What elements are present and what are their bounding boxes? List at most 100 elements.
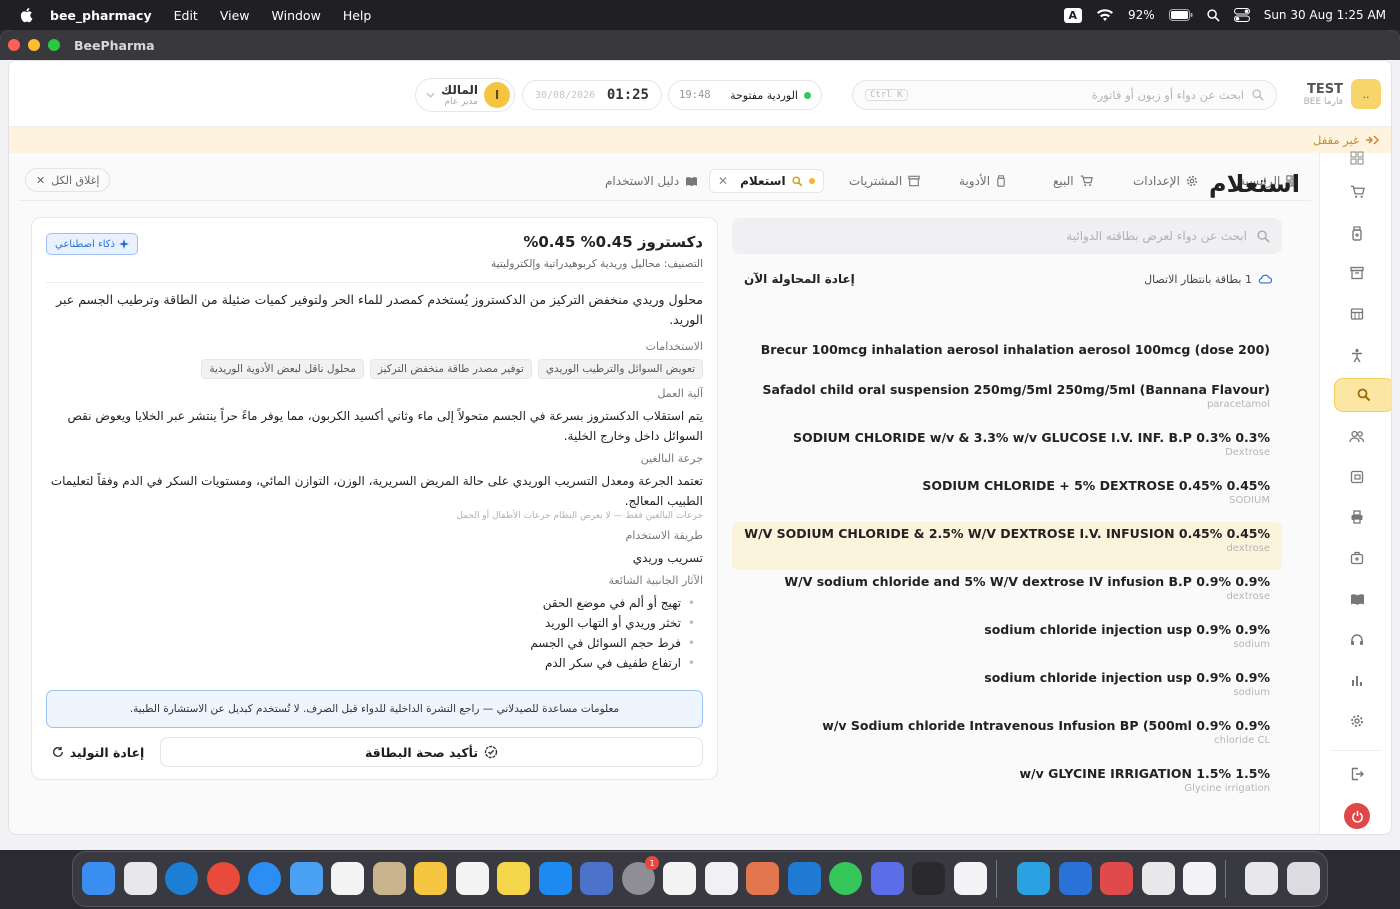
- close-window-button[interactable]: [8, 39, 20, 51]
- result-item[interactable]: sodium chloride injection usp 0.9% 0.9% s…: [732, 618, 1282, 666]
- store-icon: [1350, 308, 1364, 320]
- card-body[interactable]: محلول وريدي منخفض التركيز من الدكستروز ي…: [46, 290, 703, 687]
- dock-music-icon[interactable]: [1245, 862, 1278, 895]
- result-item[interactable]: w/v GLYCINE IRRIGATION 1.5% 1.5% Glycine …: [732, 762, 1282, 810]
- result-item[interactable]: w/v Sodium chloride Intravenous Infusion…: [732, 714, 1282, 762]
- input-source-badge[interactable]: A: [1063, 7, 1083, 23]
- sidebar-item-kit[interactable]: [1346, 547, 1368, 569]
- close-icon: ✕: [36, 173, 46, 187]
- tab-user-guide[interactable]: دليل الاستخدام: [605, 169, 698, 193]
- battery-icon[interactable]: [1168, 9, 1193, 21]
- menu-app-name[interactable]: bee_pharmacy: [50, 8, 152, 23]
- sidebar-item-accessibility[interactable]: [1346, 344, 1368, 366]
- sparkle-icon: [118, 239, 129, 249]
- sidebar-item-customers[interactable]: [1346, 425, 1368, 447]
- control-center-icon[interactable]: [1233, 8, 1250, 22]
- result-item-name: SODIUM CHLORIDE w/v & 3.3% w/v GLUCOSE I…: [793, 430, 1270, 445]
- power-button[interactable]: [1344, 803, 1370, 829]
- sidebar-item-inquiry[interactable]: [1334, 378, 1391, 412]
- tab-purchases[interactable]: المشتريات: [849, 169, 920, 193]
- dock-proxyman-icon[interactable]: [954, 862, 987, 895]
- use-tag: تعويض السوائل والترطيب الوريدي: [537, 359, 703, 379]
- tab-close-icon[interactable]: ✕: [718, 174, 728, 188]
- result-item[interactable]: W/V SODIUM CHLORIDE & 2.5% W/V DEXTROSE …: [732, 522, 1282, 570]
- uses-heading: الاستخدامات: [645, 340, 703, 353]
- drug-search-input[interactable]: ابحث عن دواء لعرض بطاقته الدوائية: [732, 218, 1282, 254]
- result-item[interactable]: W/V sodium chloride and 5% W/V dextrose …: [732, 570, 1282, 618]
- result-item[interactable]: SODIUM CHLORIDE + 5% DEXTROSE 0.45% 0.45…: [732, 474, 1282, 522]
- dock-separator: [996, 860, 997, 898]
- retry-now-button[interactable]: إعادة المحاولة الآن: [744, 272, 855, 286]
- sidebar-item-sales[interactable]: [1346, 181, 1368, 203]
- dock-mail-icon[interactable]: [290, 862, 323, 895]
- apple-icon[interactable]: [18, 6, 36, 24]
- dock-app-store-icon[interactable]: [539, 862, 572, 895]
- sidebar-item-purchases[interactable]: [1346, 262, 1368, 284]
- global-search-input[interactable]: ابحث عن دواء أو زبون أو فاتورة Ctrl K: [852, 80, 1277, 110]
- dock-chrome-icon[interactable]: [207, 862, 240, 895]
- sidebar-item-printer[interactable]: [1346, 506, 1368, 528]
- tab-sales[interactable]: البيع: [1053, 169, 1093, 193]
- cart-icon: [1080, 175, 1093, 187]
- spotlight-search-icon[interactable]: [1207, 8, 1220, 22]
- menu-help[interactable]: Help: [343, 8, 372, 23]
- sidebar-item-dashboard[interactable]: [1346, 147, 1368, 169]
- dock-gemini-icon[interactable]: [705, 862, 738, 895]
- confirm-card-button[interactable]: تأكيد صحة البطاقة: [160, 737, 703, 767]
- sidebar-item-store[interactable]: [1346, 303, 1368, 325]
- dock-reminders-icon[interactable]: [456, 862, 489, 895]
- tab-inquiry[interactable]: استعلام ✕: [709, 169, 824, 193]
- sidebar-item-settings[interactable]: [1346, 710, 1368, 732]
- tab-settings[interactable]: الإعدادات: [1133, 169, 1198, 193]
- sidebar-item-support[interactable]: [1346, 629, 1368, 651]
- menu-clock[interactable]: Sun 30 Aug 1:25 AM: [1264, 8, 1386, 22]
- minimize-window-button[interactable]: [28, 39, 40, 51]
- result-item[interactable]: Safadol child oral suspension 250mg/5ml …: [732, 378, 1282, 426]
- menu-view[interactable]: View: [220, 8, 250, 23]
- dock-davinci-icon[interactable]: [912, 862, 945, 895]
- user-name: المالك: [441, 83, 478, 97]
- dock-launchpad-icon[interactable]: [124, 862, 157, 895]
- dock-safari-icon[interactable]: [248, 862, 281, 895]
- menu-window[interactable]: Window: [272, 8, 321, 23]
- dock-notes-icon[interactable]: [497, 862, 530, 895]
- result-item[interactable]: SODIUM CHLORIDE w/v & 3.3% w/v GLUCOSE I…: [732, 426, 1282, 474]
- close-all-tabs-button[interactable]: إغلاق الكل ✕: [25, 168, 111, 192]
- pending-count-text: 1 بطاقة بانتظار الاتصال: [1144, 272, 1252, 286]
- user-menu[interactable]: ا المالك مدير عام: [415, 78, 515, 112]
- dock-chatgpt-icon[interactable]: [663, 862, 696, 895]
- dock-rocket-icon[interactable]: [1100, 862, 1133, 895]
- tab-medicines-label: الأدوية: [959, 174, 991, 188]
- sidebar-item-logout[interactable]: [1346, 763, 1368, 785]
- dock-vscode-icon[interactable]: [788, 862, 821, 895]
- sidebar-item-guide[interactable]: [1346, 588, 1368, 610]
- dock-simulator-icon[interactable]: [580, 862, 613, 895]
- sidebar-item-invoices[interactable]: [1346, 466, 1368, 488]
- dock-canva-icon[interactable]: [871, 862, 904, 895]
- regenerate-button[interactable]: إعادة التوليد: [46, 737, 150, 767]
- dock-claude-icon[interactable]: [746, 862, 779, 895]
- dock-telegram-icon[interactable]: [1017, 862, 1050, 895]
- dock-xcode-icon[interactable]: [1059, 862, 1092, 895]
- confirm-card-label: تأكيد صحة البطاقة: [364, 744, 479, 760]
- result-item[interactable]: sodium chloride injection usp 0.9% 0.9% s…: [732, 666, 1282, 714]
- dock-finder-icon[interactable]: [82, 862, 115, 895]
- adult-dose-heading: جرعة البالغين: [640, 452, 703, 465]
- dock-whatsapp-icon[interactable]: [829, 862, 862, 895]
- wifi-icon[interactable]: [1096, 8, 1114, 22]
- tab-medicines[interactable]: الأدوية: [959, 169, 1006, 193]
- dock-photos-icon[interactable]: [331, 862, 364, 895]
- dock-edge-icon[interactable]: [165, 862, 198, 895]
- menu-edit[interactable]: Edit: [174, 8, 198, 23]
- dock-flutter-icon[interactable]: [1183, 862, 1216, 895]
- zoom-window-button[interactable]: [48, 39, 60, 51]
- sidebar-item-reports[interactable]: [1346, 669, 1368, 691]
- dock-bee-pharmacy-icon[interactable]: [1142, 862, 1175, 895]
- dock-pages-icon[interactable]: [414, 862, 447, 895]
- dock-contacts-icon[interactable]: [373, 862, 406, 895]
- menu-bar: bee_pharmacy Edit View Window Help A 92%…: [0, 0, 1400, 30]
- shift-status[interactable]: الوردية مفتوحة 19:48: [668, 80, 822, 110]
- window-titlebar: BeePharma: [0, 30, 1400, 60]
- dock-trash-icon[interactable]: [1287, 862, 1320, 895]
- sidebar-item-medicines[interactable]: [1346, 222, 1368, 244]
